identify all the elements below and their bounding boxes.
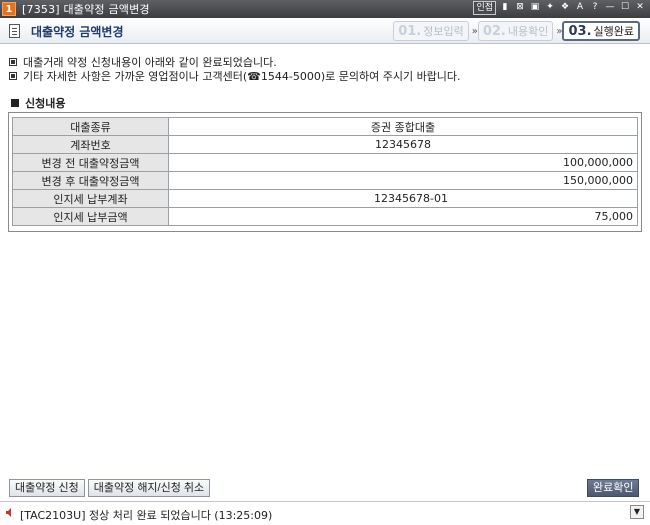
- table-row: 계좌번호 12345678: [12, 135, 638, 154]
- notice-text: 기타 자세한 사항은 가까운 영업점이나 고객센터(☎1544-5000)로 문…: [23, 70, 461, 83]
- page-title: 대출약정 금액변경: [31, 25, 124, 39]
- step-3-label: 실행완료: [593, 25, 634, 38]
- window-titlebar: 1 [7353] 대출약정 금액변경 인접 ▮ ⊠ ▣ ✦ ❖ A ? — ☐ …: [0, 0, 650, 18]
- capture-icon[interactable]: ▣: [529, 1, 541, 15]
- row-label: 변경 전 대출약정금액: [12, 153, 169, 172]
- loan-cancel-button[interactable]: 대출약정 해지/신청 취소: [87, 479, 211, 497]
- bullet-icon: [9, 72, 17, 80]
- link-screen-button[interactable]: 인접: [473, 1, 496, 15]
- section-title-text: 신청내용: [25, 97, 66, 110]
- minimize-icon[interactable]: —: [604, 1, 616, 15]
- row-label: 인지세 납부계좌: [12, 189, 169, 208]
- amount-after-value: 150,000,000: [168, 171, 638, 190]
- layout-icon[interactable]: ❖: [559, 1, 571, 15]
- status-bar: [TAC2103U] 정상 처리 완료 되었습니다 (13:25:09) ▼: [0, 501, 650, 525]
- step-1-label: 정보입력: [423, 25, 464, 38]
- pin-icon[interactable]: ▮: [499, 1, 511, 15]
- row-label: 변경 후 대출약정금액: [12, 171, 169, 190]
- screen-number-badge: 1: [2, 2, 16, 16]
- settings-icon[interactable]: ✦: [544, 1, 556, 15]
- print-icon[interactable]: ⊠: [514, 1, 526, 15]
- step-1: 01. 정보입력: [393, 21, 469, 41]
- step-3-number: 03.: [568, 23, 592, 39]
- step-2-label: 내용확인: [507, 25, 549, 38]
- amount-before-value: 100,000,000: [168, 153, 638, 172]
- help-icon[interactable]: ?: [589, 1, 601, 15]
- row-label: 대출종류: [12, 117, 169, 136]
- step-indicator: 01. 정보입력 » 02. 내용확인 » 03. 실행완료: [393, 21, 640, 41]
- status-history-dropdown[interactable]: ▼: [630, 505, 644, 519]
- page-header: 대출약정 금액변경 01. 정보입력 » 02. 내용확인 » 03. 실행완료: [0, 18, 650, 44]
- stamp-tax-account-value: 12345678-01: [168, 189, 638, 208]
- step-3: 03. 실행완료: [562, 21, 640, 41]
- bullet-icon: [9, 58, 17, 66]
- stamp-tax-amount-value: 75,000: [168, 207, 638, 226]
- notice-line: 기타 자세한 사항은 가까운 영업점이나 고객센터(☎1544-5000)로 문…: [9, 68, 461, 84]
- bottom-button-group: 대출약정 신청 대출약정 해지/신청 취소: [9, 479, 211, 497]
- window-controls: 인접 ▮ ⊠ ▣ ✦ ❖ A ? — ☐ ✕: [473, 1, 646, 15]
- step-2-number: 02.: [482, 23, 506, 39]
- speaker-icon: [6, 508, 11, 517]
- status-message: [TAC2103U] 정상 처리 완료 되었습니다 (13:25:09): [20, 509, 273, 522]
- maximize-icon[interactable]: ☐: [619, 1, 631, 15]
- table-row: 인지세 납부금액 75,000: [12, 207, 638, 226]
- section-title: 신청내용: [11, 95, 65, 111]
- row-label: 인지세 납부금액: [12, 207, 169, 226]
- document-icon: [9, 24, 20, 38]
- step-1-number: 01.: [398, 23, 422, 39]
- loan-apply-button[interactable]: 대출약정 신청: [9, 479, 85, 497]
- loan-type-value: 증권 종합대출: [168, 117, 638, 136]
- step-arrow-icon: »: [556, 25, 562, 37]
- table-row: 변경 전 대출약정금액 100,000,000: [12, 153, 638, 172]
- row-label: 계좌번호: [12, 135, 169, 154]
- details-table: 대출종류 증권 종합대출 계좌번호 12345678 변경 전 대출약정금액 1…: [12, 117, 638, 226]
- table-row: 대출종류 증권 종합대출: [12, 117, 638, 136]
- font-size-icon[interactable]: A: [574, 1, 586, 15]
- account-number-value: 12345678: [168, 135, 638, 154]
- section-square-icon: [11, 99, 19, 107]
- details-panel: 대출종류 증권 종합대출 계좌번호 12345678 변경 전 대출약정금액 1…: [8, 112, 642, 232]
- step-2: 02. 내용확인: [477, 21, 554, 41]
- table-row: 인지세 납부계좌 12345678-01: [12, 189, 638, 208]
- step-arrow-icon: »: [471, 25, 478, 37]
- confirm-complete-button[interactable]: 완료확인: [587, 479, 640, 497]
- close-icon[interactable]: ✕: [634, 1, 646, 15]
- window-title: [7353] 대출약정 금액변경: [22, 3, 150, 16]
- table-row: 변경 후 대출약정금액 150,000,000: [12, 171, 638, 190]
